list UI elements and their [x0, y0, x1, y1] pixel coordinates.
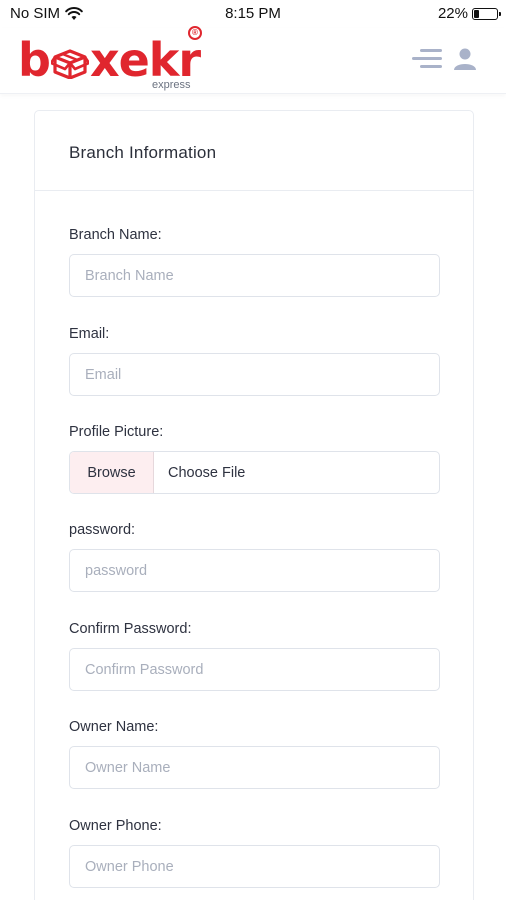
choose-file-text[interactable]: Choose File — [154, 452, 439, 493]
battery-level — [474, 9, 480, 18]
profile-picture-file-input[interactable]: Browse Choose File — [69, 451, 440, 494]
password-label: password: — [69, 522, 136, 538]
carrier-label: No SIM — [10, 5, 61, 22]
logo[interactable]: b xekr ® express — [18, 26, 218, 92]
logo-box-icon — [50, 49, 89, 79]
confirm-password-label: Confirm Password: — [69, 621, 192, 637]
menu-icon[interactable] — [412, 46, 442, 72]
status-left: No SIM — [10, 5, 83, 22]
owner-name-label: Owner Name: — [69, 719, 159, 735]
email-input[interactable] — [69, 353, 440, 396]
card-title: Branch Information — [69, 143, 217, 162]
app-header: b xekr ® express — [0, 26, 506, 94]
user-icon[interactable] — [452, 46, 478, 72]
logo-subtext: express — [152, 79, 191, 91]
password-input[interactable] — [69, 549, 440, 592]
email-label: Email: — [69, 326, 110, 342]
confirm-password-input[interactable] — [69, 648, 440, 691]
wifi-icon — [65, 6, 83, 20]
battery-icon — [472, 7, 501, 20]
profile-picture-label: Profile Picture: — [69, 424, 164, 440]
logo-letter-b: b — [18, 33, 51, 87]
card-header: Branch Information — [35, 111, 473, 191]
branch-name-label: Branch Name: — [69, 227, 162, 243]
battery-percent: 22% — [437, 5, 468, 22]
browse-button[interactable]: Browse — [70, 452, 154, 493]
registered-mark: ® — [188, 26, 202, 40]
status-bar: No SIM 8:15 PM 22% — [0, 0, 506, 28]
branch-name-input[interactable] — [69, 254, 440, 297]
status-right: 22% — [437, 5, 501, 22]
owner-name-input[interactable] — [69, 746, 440, 789]
branch-info-card: Branch Information Branch Name: Email: P… — [34, 110, 474, 900]
owner-phone-label: Owner Phone: — [69, 818, 162, 834]
owner-phone-input[interactable] — [69, 845, 440, 888]
